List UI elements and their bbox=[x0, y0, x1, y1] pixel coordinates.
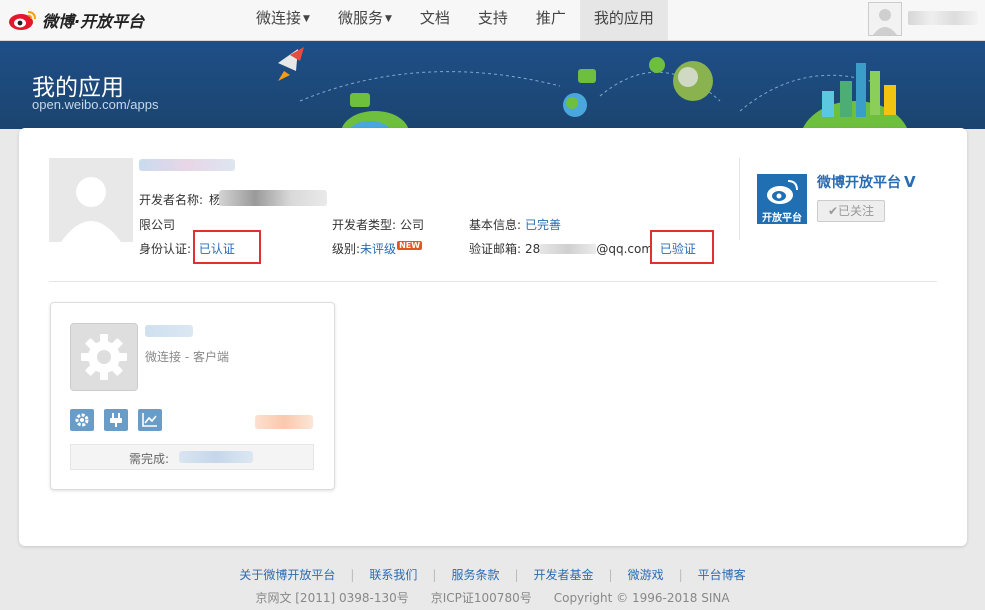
main-panel: 开发者名称: 杨 限公司 身份认证: 已认证 开发者类型: 公司 级别:未评级 NEW… bbox=[19, 128, 967, 546]
footer-license-2: 京ICP证100780号 bbox=[430, 591, 532, 605]
app-card[interactable]: 微连接 - 客户端 需完成: bbox=[50, 302, 335, 490]
app-name-redacted[interactable] bbox=[145, 325, 193, 337]
username-redacted[interactable] bbox=[908, 11, 978, 25]
plug-icon bbox=[110, 413, 122, 427]
app-default-icon[interactable] bbox=[70, 323, 138, 391]
email-redacted bbox=[540, 244, 597, 254]
city-globe-icon bbox=[802, 63, 908, 129]
avatar-silhouette-icon bbox=[49, 158, 133, 242]
logo-text: 微博·开放平台 bbox=[42, 12, 145, 31]
developer-name-row: 开发者名称: 杨 bbox=[139, 191, 221, 208]
vertical-divider bbox=[739, 158, 740, 240]
banner-illustration bbox=[278, 47, 908, 129]
footer-copyright-text: Copyright © 1996-2018 SINA bbox=[553, 591, 730, 605]
completion-label: 需完成: bbox=[129, 452, 170, 466]
footer-links: 关于微博开放平台 | 联系我们 | 服务条款 | 开发者基金 | 微游戏 | 平台博客 bbox=[0, 566, 985, 583]
app-type: 微连接 - 客户端 bbox=[145, 350, 229, 364]
email-prefix: 28 bbox=[525, 242, 541, 256]
footer-link-fund[interactable]: 开发者基金 bbox=[534, 568, 594, 582]
developer-type-row: 开发者类型: 公司 bbox=[332, 216, 424, 233]
settings-gear-icon bbox=[75, 413, 89, 427]
nav-label: 支持 bbox=[477, 9, 508, 27]
nav-item-weifuwu[interactable]: 微服务 ▼ bbox=[324, 0, 406, 40]
globe-left-icon bbox=[341, 93, 409, 129]
nav-item-my-apps[interactable]: 我的应用 bbox=[579, 0, 668, 40]
app-settings-button[interactable] bbox=[70, 409, 94, 431]
globe-mid-icon bbox=[563, 69, 596, 117]
weibo-open-platform-logo[interactable]: 微博·开放平台 bbox=[8, 7, 144, 33]
top-nav-bar: 微博·开放平台 微连接 ▼ 微服务 ▼ 文档 支持 推广 我的应用 bbox=[0, 0, 985, 41]
followed-label: 已关注 bbox=[838, 204, 875, 218]
company-line: 限公司 bbox=[139, 218, 176, 232]
developer-type-label: 开发者类型: bbox=[332, 218, 397, 232]
developer-id-redacted bbox=[139, 159, 235, 171]
page-subtitle-url: open.weibo.com/apps bbox=[32, 97, 159, 112]
level-label: 级别: bbox=[332, 242, 361, 256]
basic-info-status-link[interactable]: 已完善 bbox=[525, 218, 561, 232]
official-account-logo[interactable]: 开放平台 bbox=[757, 174, 807, 224]
official-account-name[interactable]: 微博开放平台 V bbox=[817, 172, 916, 192]
footer-license-1: 京网文 [2011] 0398-130号 bbox=[255, 591, 409, 605]
footer-link-blog[interactable]: 平台博客 bbox=[698, 568, 746, 582]
nav-item-weilianjie[interactable]: 微连接 ▼ bbox=[242, 0, 324, 40]
followed-button[interactable]: ✔已关注 bbox=[817, 200, 885, 222]
footer-separator: | bbox=[432, 568, 437, 582]
nav-label: 微服务 bbox=[337, 9, 383, 27]
new-badge: NEW bbox=[397, 241, 423, 250]
globe-right-icon bbox=[649, 57, 713, 101]
official-name-text: 微博开放平台 bbox=[817, 175, 901, 191]
weibo-eye-icon bbox=[9, 11, 36, 30]
email-highlight-box bbox=[650, 230, 714, 264]
nav-item-promote[interactable]: 推广 bbox=[522, 0, 580, 40]
nav-item-docs[interactable]: 文档 bbox=[406, 0, 464, 40]
verified-v-icon: V bbox=[904, 173, 916, 191]
caret-down-icon: ▼ bbox=[384, 14, 392, 24]
check-icon: ✔ bbox=[827, 204, 839, 218]
rocket-icon bbox=[278, 47, 304, 81]
nav-label: 我的应用 bbox=[593, 9, 654, 27]
gear-icon bbox=[81, 334, 127, 380]
caret-down-icon: ▼ bbox=[303, 14, 310, 24]
nav-label: 推广 bbox=[535, 9, 566, 27]
identity-label: 身份认证: bbox=[139, 242, 192, 256]
developer-type-value: 公司 bbox=[400, 218, 425, 232]
main-nav: 微连接 ▼ 微服务 ▼ 文档 支持 推广 我的应用 bbox=[242, 0, 668, 40]
completion-items-redacted bbox=[179, 451, 253, 463]
email-label: 验证邮箱: bbox=[469, 242, 522, 256]
app-status-redacted bbox=[255, 415, 313, 429]
footer-link-about[interactable]: 关于微博开放平台 bbox=[239, 568, 335, 582]
line-chart-icon bbox=[142, 413, 157, 427]
identity-highlight-box bbox=[193, 230, 261, 264]
page-banner: 我的应用 open.weibo.com/apps bbox=[0, 41, 985, 129]
footer-separator: | bbox=[678, 568, 683, 582]
footer-separator: | bbox=[608, 568, 613, 582]
nav-label: 微连接 bbox=[256, 9, 302, 27]
footer-separator: | bbox=[514, 568, 519, 582]
nav-label: 文档 bbox=[419, 9, 450, 27]
level-value-link[interactable]: 未评级 bbox=[360, 242, 396, 256]
official-logo-caption: 开放平台 bbox=[762, 213, 802, 224]
developer-name-label: 开发者名称: bbox=[139, 193, 204, 207]
basic-info-label: 基本信息: bbox=[469, 218, 522, 232]
app-stats-button[interactable] bbox=[138, 409, 162, 431]
completion-bar[interactable]: 需完成: bbox=[70, 444, 314, 470]
horizontal-divider bbox=[49, 281, 937, 282]
level-row: 级别:未评级 NEW bbox=[332, 240, 423, 257]
basic-info-row: 基本信息: 已完善 bbox=[469, 216, 561, 233]
developer-avatar[interactable] bbox=[49, 158, 133, 242]
footer-copyright: 京网文 [2011] 0398-130号 京ICP证100780号 Copyrigh… bbox=[0, 589, 985, 606]
app-plugin-button[interactable] bbox=[104, 409, 128, 431]
email-suffix: @qq.com bbox=[596, 242, 654, 256]
footer-link-terms[interactable]: 服务条款 bbox=[451, 568, 499, 582]
user-silhouette-icon bbox=[869, 3, 901, 35]
footer-link-contact[interactable]: 联系我们 bbox=[369, 568, 417, 582]
developer-name-redacted bbox=[219, 190, 327, 206]
footer-link-games[interactable]: 微游戏 bbox=[628, 568, 664, 582]
nav-item-support[interactable]: 支持 bbox=[464, 0, 522, 40]
footer-separator: | bbox=[350, 568, 355, 582]
user-avatar[interactable] bbox=[868, 2, 902, 36]
